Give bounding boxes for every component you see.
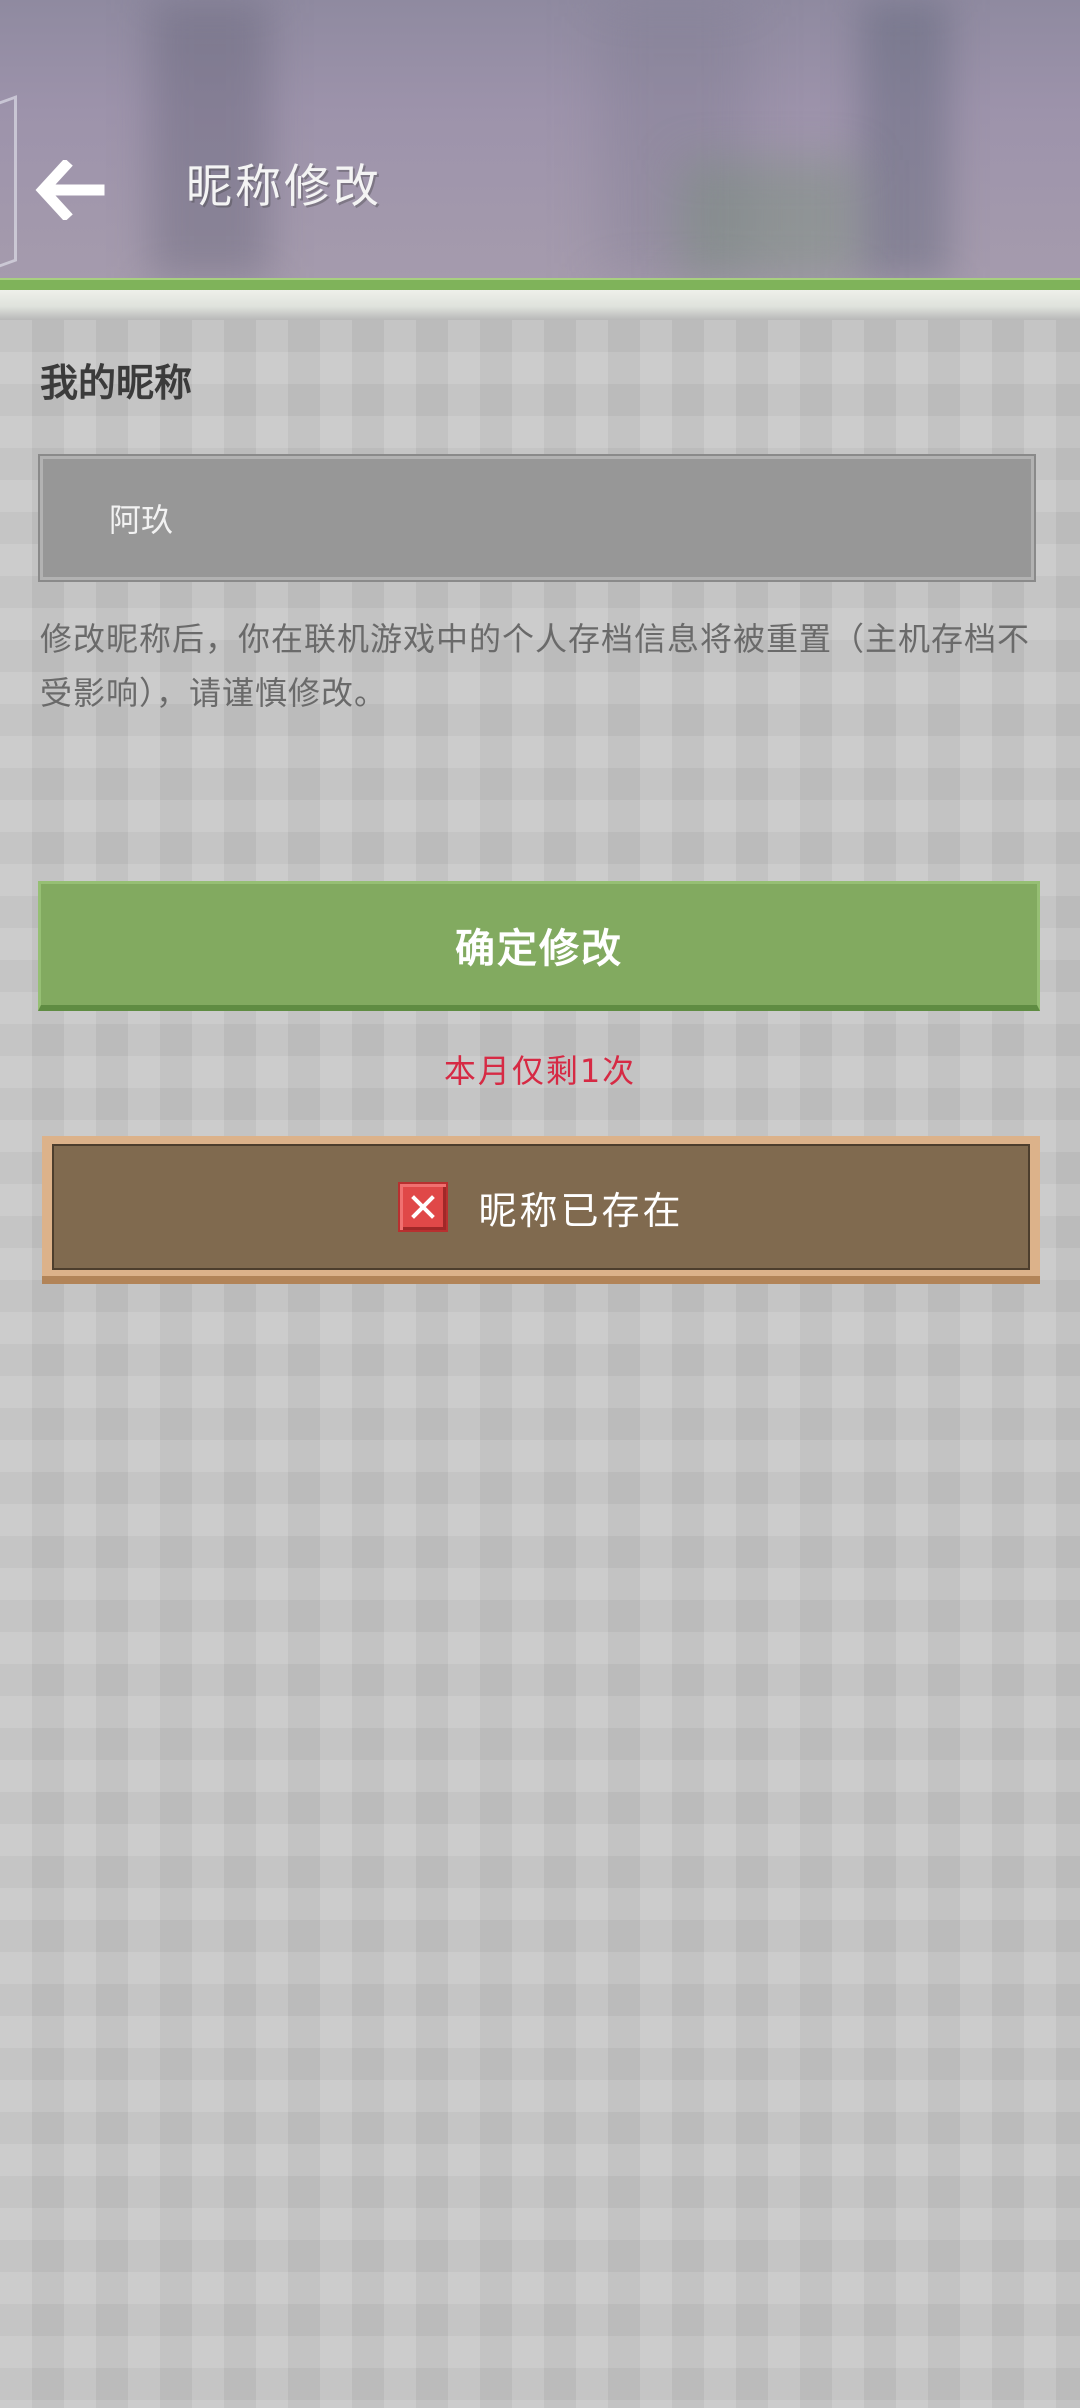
header-bg-blur: [150, 0, 270, 280]
header-bar: 昵称修改: [0, 0, 1080, 280]
back-button[interactable]: [30, 150, 110, 230]
confirm-button[interactable]: 确定修改: [38, 881, 1040, 1011]
error-toast: 昵称已存在: [42, 1136, 1040, 1284]
error-toast-body: 昵称已存在: [52, 1144, 1030, 1270]
header-bg-blur: [860, 0, 950, 280]
header-edge-decoration: [0, 95, 17, 271]
nickname-value: 阿玖: [109, 501, 174, 539]
notice-text: 修改昵称后，你在联机游戏中的个人存档信息将被重置（主机存档不受影响），请谨慎修改…: [40, 620, 1031, 712]
header-bg-blur: [680, 160, 860, 280]
close-icon-glyph: [411, 1195, 436, 1219]
arrow-left-icon: [35, 160, 105, 220]
error-toast-text: 昵称已存在: [478, 1188, 684, 1233]
nickname-input[interactable]: 阿玖: [38, 454, 1036, 582]
section-title: 我的昵称: [40, 361, 193, 405]
remaining-count-text: 本月仅剩1次: [443, 1052, 637, 1090]
close-icon: [398, 1182, 449, 1232]
header-shadow: [0, 290, 1080, 320]
page-title: 昵称修改: [186, 159, 382, 213]
